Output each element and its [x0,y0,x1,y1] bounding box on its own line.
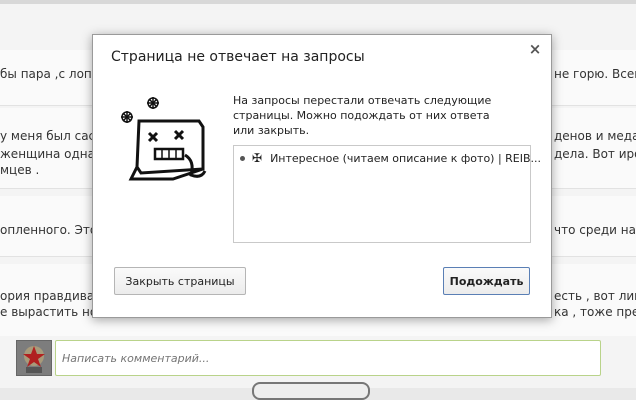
sad-computer-icon [121,97,207,181]
post-text-right: не горю. Всем [554,67,636,81]
post-text-left: опленного. Этот [0,223,105,237]
dialog-title: Страница не отвечает на запросы [111,49,365,65]
avatar [16,340,52,376]
post-text-left: е вырастить но [0,305,98,319]
dialog-message: На запросы перестали отвечать следующие … [233,94,492,137]
list-item[interactable]: ✠ Интересное (читаем описание к фото) | … [240,150,541,166]
post-text-right: ка , тоже прет [554,305,636,319]
post-text-right: есть , вот лиш [554,289,636,303]
post-text-right: денов и медал [554,129,636,143]
post-text-left: женщина однак [0,147,103,161]
unresponsive-page-dialog: Страница не отвечает на запросы × На зап… [92,34,552,318]
page-title: Интересное (читаем описание к фото) | RE… [270,151,542,165]
iron-cross-favicon-icon: ✠ [252,151,263,165]
bullet-icon [240,155,245,161]
wait-button[interactable]: Подождать [443,267,530,295]
post-text-left: мцев . [0,163,40,177]
avatar-image [17,341,51,375]
comment-input[interactable] [55,340,601,376]
post-text-left: у меня был сасе [0,129,103,143]
close-pages-button[interactable]: Закрыть страницы [114,267,246,295]
top-border [0,0,636,4]
close-icon[interactable]: × [527,41,543,57]
unresponsive-pages-list: ✠ Интересное (читаем описание к фото) | … [233,145,541,243]
bottom-button[interactable] [252,382,370,400]
post-text-right: что среди нац [554,223,636,237]
post-text-left: ория правдива - [0,289,103,303]
post-text-right: дела. Вот ирон [554,147,636,161]
post-text-left: бы пара ,с лоп [0,67,92,81]
